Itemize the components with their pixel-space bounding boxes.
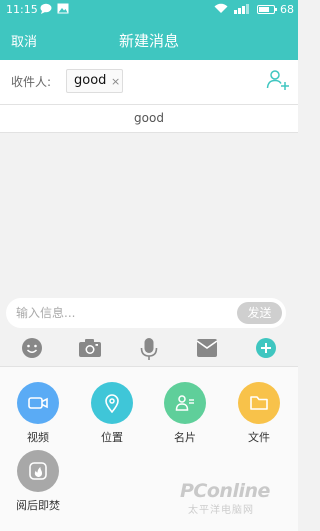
contact-card-icon: [164, 382, 206, 424]
watermark-subtitle: 太平洋电脑网: [188, 505, 254, 516]
recipient-row: 收件人: good ×: [0, 60, 298, 105]
burn-after-reading-icon: [17, 450, 59, 492]
video-icon: [17, 382, 59, 424]
attachment-label: 位置: [101, 431, 123, 444]
page-title: 新建消息: [118, 32, 179, 50]
mail-icon[interactable]: [196, 337, 220, 359]
add-contact-icon[interactable]: [266, 68, 290, 92]
attachment-label: 文件: [248, 431, 270, 444]
recipient-chip[interactable]: good ×: [66, 69, 123, 93]
attachment-label: 阅后即焚: [16, 499, 60, 512]
header-bar: 11:15 68 取消 新建消息: [0, 0, 298, 60]
signal-icon: [234, 3, 250, 17]
attachment-label: 视频: [27, 431, 49, 444]
message-input[interactable]: [16, 304, 226, 322]
status-bar: 11:15 68: [0, 0, 298, 20]
attachment-file[interactable]: 文件: [229, 382, 289, 445]
remove-recipient-icon[interactable]: ×: [111, 75, 120, 88]
plus-icon[interactable]: [255, 337, 279, 359]
recipient-label: 收件人:: [11, 75, 52, 89]
wifi-icon: [214, 3, 228, 17]
attachment-burn-after-reading[interactable]: 阅后即焚: [8, 450, 68, 513]
contact-suggestion[interactable]: good: [0, 105, 298, 133]
recipient-chip-text: good: [74, 73, 107, 88]
attachment-label: 名片: [174, 431, 196, 444]
status-time: 11:15: [6, 3, 38, 16]
emoji-icon[interactable]: [21, 337, 45, 359]
folder-icon: [238, 382, 280, 424]
image-notification-icon: [57, 3, 69, 17]
watermark-logo: PConline: [180, 480, 270, 502]
message-composer: 发送: [6, 298, 286, 328]
battery-percent: 68: [280, 3, 294, 16]
attachment-video[interactable]: 视频: [8, 382, 68, 445]
location-icon: [91, 382, 133, 424]
microphone-icon[interactable]: [138, 337, 162, 360]
attachment-contact-card[interactable]: 名片: [155, 382, 215, 445]
camera-icon[interactable]: [78, 337, 102, 359]
attachment-location[interactable]: 位置: [82, 382, 142, 445]
battery-level: [259, 7, 269, 12]
battery-icon: [257, 5, 277, 14]
chat-notification-icon: [40, 3, 52, 17]
send-button[interactable]: 发送: [237, 302, 282, 324]
